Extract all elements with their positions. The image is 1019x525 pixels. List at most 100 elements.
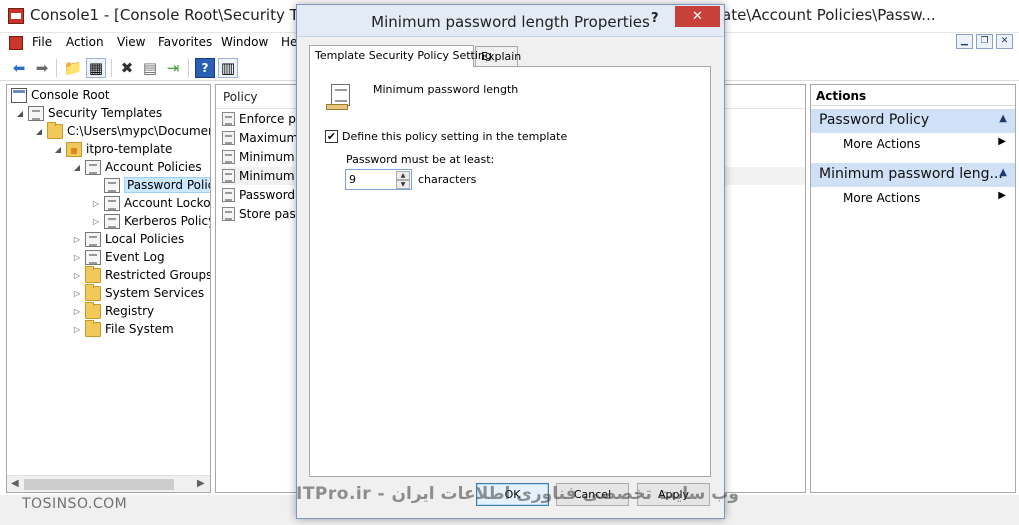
spin-down-icon[interactable]: ▼ [396, 180, 410, 189]
password-length-input[interactable] [346, 170, 396, 189]
folder-icon [85, 283, 101, 301]
toolbar-separator [111, 59, 112, 77]
mdi-minimize-icon[interactable]: ▁ [956, 34, 973, 49]
scrollbar-thumb[interactable] [24, 479, 174, 490]
show-hide-tree-icon[interactable]: ▦ [86, 58, 106, 78]
define-policy-checkbox[interactable]: ✔ [325, 130, 338, 143]
policy-setting-icon [222, 169, 235, 183]
password-length-stepper[interactable]: ▲ ▼ [345, 169, 412, 190]
units-label: characters [418, 173, 477, 186]
expand-twisty-icon[interactable]: ▷ [72, 271, 82, 280]
back-arrow-icon[interactable]: ⬅ [9, 58, 29, 78]
console-menu-icon[interactable] [9, 36, 23, 50]
tree-item-account-lockout[interactable]: ▷ Account Lockou [91, 194, 210, 212]
define-policy-checkbox-row[interactable]: ✔ Define this policy setting in the temp… [325, 130, 567, 143]
policy-icon [85, 249, 101, 265]
tosinso-watermark: TOSINSO.COM [22, 496, 128, 512]
tab-panel: Minimum password length ✔ Define this po… [309, 66, 711, 477]
policy-setting-icon [222, 131, 235, 145]
tree-item-system-services[interactable]: ▷ System Services [72, 283, 204, 302]
expand-twisty-icon[interactable]: ◢ [15, 109, 25, 118]
menu-window[interactable]: Window [221, 35, 268, 49]
tab-template-security-policy-setting[interactable]: Template Security Policy Setting [309, 45, 492, 67]
collapse-up-icon[interactable]: ▲ [999, 167, 1007, 178]
more-actions-item[interactable]: More Actions ▶ [811, 134, 1015, 154]
expand-twisty-icon[interactable]: ▷ [72, 235, 82, 244]
expand-twisty-icon[interactable]: ▷ [72, 307, 82, 316]
forward-arrow-icon[interactable]: ➡ [32, 58, 52, 78]
actions-section-minimum-password-length[interactable]: Minimum password leng... ▲ [811, 163, 1015, 187]
mmc-app-icon[interactable] [8, 8, 24, 24]
tree-item-label: itpro-template [86, 142, 173, 156]
menu-help[interactable]: He [281, 35, 297, 49]
tree-item-file-system[interactable]: ▷ File System [72, 319, 174, 338]
help-icon[interactable]: ? [195, 58, 215, 78]
tree-item-itpro-template[interactable]: ◢ itpro-template [53, 140, 172, 158]
tree-horizontal-scrollbar[interactable]: ◀ ▶ [7, 475, 210, 492]
more-actions-label: More Actions [843, 137, 921, 151]
policy-row-label: Enforce pa [239, 112, 304, 126]
dialog-help-icon[interactable]: ? [651, 11, 659, 26]
expand-twisty-icon[interactable]: ◢ [72, 163, 82, 172]
export-list-icon[interactable]: ⇥ [163, 58, 183, 78]
more-actions-label: More Actions [843, 191, 921, 205]
tree-item-account-policies[interactable]: ◢ Account Policies [72, 158, 202, 176]
menu-view[interactable]: View [117, 35, 145, 49]
tree-item-label: Event Log [105, 250, 165, 264]
policy-row[interactable]: Maximum [222, 129, 298, 147]
tree-item-kerberos-policy[interactable]: ▷ Kerberos Policy [91, 212, 211, 230]
tree-item-label: Security Templates [48, 106, 163, 120]
tree-item-event-log[interactable]: ▷ Event Log [72, 248, 165, 266]
collapse-up-icon[interactable]: ▲ [999, 113, 1007, 124]
tree-item-label: Account Policies [105, 160, 202, 174]
tree-item-registry[interactable]: ▷ Registry [72, 301, 154, 320]
tree-item-templates-folder[interactable]: ◢ C:\Users\mypc\Document [34, 121, 210, 140]
mdi-restore-icon[interactable]: ❐ [976, 34, 993, 49]
submenu-arrow-icon: ▶ [998, 136, 1006, 147]
column-header-policy[interactable]: Policy [223, 90, 258, 104]
expand-twisty-icon[interactable]: ▷ [72, 253, 82, 262]
spin-up-icon[interactable]: ▲ [396, 171, 410, 180]
actions-section-label: Password Policy [819, 112, 930, 128]
policy-row[interactable]: Password r [222, 186, 304, 204]
policy-row[interactable]: Enforce pa [222, 110, 303, 128]
policy-row-selected[interactable]: Minimum [222, 167, 295, 185]
expand-twisty-icon[interactable]: ▷ [91, 199, 101, 208]
tree-item-label: Console Root [31, 88, 110, 102]
properties-icon[interactable]: ▤ [140, 58, 160, 78]
menu-file[interactable]: File [32, 35, 52, 49]
console-root-icon [11, 87, 27, 103]
security-templates-icon [28, 105, 44, 121]
tree-item-local-policies[interactable]: ▷ Local Policies [72, 230, 184, 248]
minimum-length-label: Password must be at least: [346, 153, 495, 166]
actions-section-label: Minimum password leng... [819, 166, 1003, 182]
folder-icon [47, 121, 63, 139]
scroll-right-icon[interactable]: ▶ [197, 478, 205, 489]
define-policy-checkbox-label[interactable]: Define this policy setting in the templa… [342, 130, 567, 143]
expand-twisty-icon[interactable]: ◢ [34, 127, 44, 136]
dialog-close-button[interactable]: ✕ [675, 6, 720, 27]
dialog-title-bar[interactable]: Minimum password length Properties ? ✕ [297, 5, 724, 37]
menu-action[interactable]: Action [66, 35, 104, 49]
mdi-close-icon[interactable]: ✕ [996, 34, 1013, 49]
expand-twisty-icon[interactable]: ▷ [72, 289, 82, 298]
tree-item-label: Kerberos Policy [124, 214, 211, 228]
show-hide-action-pane-icon[interactable]: ▥ [218, 58, 238, 78]
up-folder-icon[interactable]: 📁 [63, 58, 83, 78]
folder-icon [85, 265, 101, 283]
expand-twisty-icon[interactable]: ▷ [91, 217, 101, 226]
scroll-left-icon[interactable]: ◀ [11, 478, 19, 489]
properties-dialog: Minimum password length Properties ? ✕ T… [296, 4, 725, 519]
more-actions-item[interactable]: More Actions ▶ [811, 188, 1015, 208]
tree-item-console-root[interactable]: Console Root [11, 86, 110, 104]
tree-item-restricted-groups[interactable]: ▷ Restricted Groups [72, 265, 211, 284]
actions-section-password-policy[interactable]: Password Policy ▲ [811, 109, 1015, 133]
tree-item-password-policy[interactable]: Password Policy [91, 176, 210, 194]
delete-icon[interactable]: ✖ [117, 58, 137, 78]
expand-twisty-icon[interactable]: ◢ [53, 145, 63, 154]
policy-row[interactable]: Minimum [222, 148, 295, 166]
tree-item-label: Restricted Groups [105, 268, 211, 282]
menu-favorites[interactable]: Favorites [158, 35, 212, 49]
expand-twisty-icon[interactable]: ▷ [72, 325, 82, 334]
tree-item-security-templates[interactable]: ◢ Security Templates [15, 104, 162, 122]
